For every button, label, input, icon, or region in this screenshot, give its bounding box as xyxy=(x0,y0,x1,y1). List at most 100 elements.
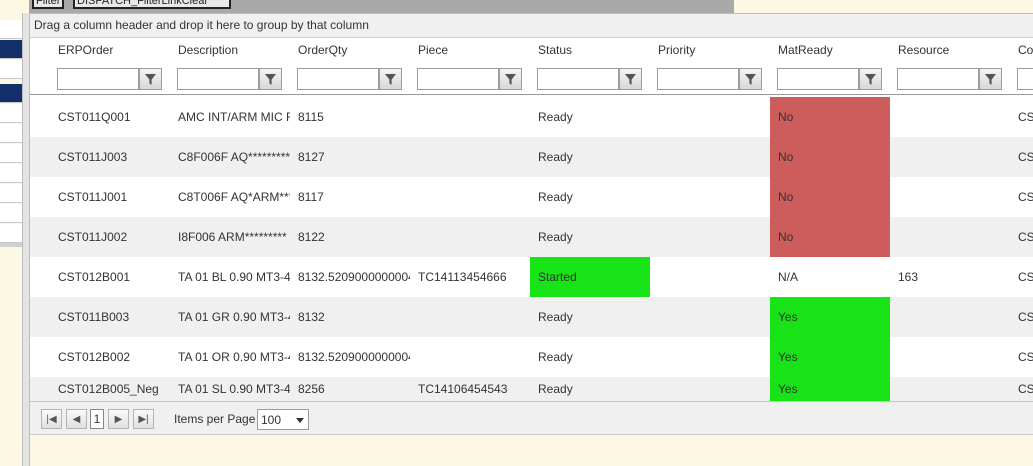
cell-priority xyxy=(630,97,750,137)
cell-resource xyxy=(870,137,990,177)
funnel-icon xyxy=(505,73,516,85)
column-header-co[interactable]: Co xyxy=(1017,38,1033,62)
previous-page-icon: ◀ xyxy=(72,413,81,425)
cell-erporder: CST012B001 xyxy=(58,270,131,284)
filter-input-matready[interactable] xyxy=(777,68,859,90)
cell-resource: 163 xyxy=(898,270,919,284)
cell-erporder: CST011Q001 xyxy=(58,110,131,124)
app-window: Filter DISPATCH_FilterLinkClear Drag a c… xyxy=(0,0,1033,466)
funnel-icon xyxy=(745,73,756,85)
first-page-button[interactable]: |◀ xyxy=(41,409,62,429)
grid-rows: CST011Q001 AMC INT/ARM MIC F 8115 Ready … xyxy=(30,97,1033,401)
column-header-priority[interactable]: Priority xyxy=(657,38,695,62)
cell-description: C8T006F AQ*ARM*** xyxy=(178,190,290,204)
filter-button-erporder[interactable] xyxy=(139,68,162,90)
column-header-erporder[interactable]: ERPOrder xyxy=(57,38,113,62)
table-row[interactable]: CST012B002 TA 01 OR 0.90 MT3-46 8132.520… xyxy=(30,337,1033,377)
chevron-down-icon xyxy=(296,418,304,423)
previous-page-button[interactable]: ◀ xyxy=(66,409,87,429)
splitter[interactable] xyxy=(22,0,30,466)
funnel-icon xyxy=(625,73,636,85)
filter-input-description[interactable] xyxy=(177,68,259,90)
column-header-status[interactable]: Status xyxy=(537,38,572,62)
table-row[interactable]: CST012B005_Neg TA 01 SL 0.90 MT3-46 8256… xyxy=(30,377,1033,401)
cell-orderqty: 8117 xyxy=(298,190,324,204)
filter-button-piece[interactable] xyxy=(499,68,522,90)
cell-description: TA 01 BL 0.90 MT3-46 xyxy=(178,270,290,284)
cell-co: CST xyxy=(1018,350,1033,364)
filter-button-resource[interactable] xyxy=(979,68,1002,90)
filter-button-description[interactable] xyxy=(259,68,282,90)
pager: |◀ ◀ 1 ▶ ▶| Items per Page 100 xyxy=(30,401,1033,435)
table-row[interactable]: CST011Q001 AMC INT/ARM MIC F 8115 Ready … xyxy=(30,97,1033,137)
page-size-value: 100 xyxy=(261,413,282,427)
funnel-icon xyxy=(385,73,396,85)
cell-orderqty: 8127 xyxy=(298,150,325,164)
filter-input-priority[interactable] xyxy=(657,68,739,90)
cell-orderqty: 8115 xyxy=(298,110,324,124)
cell-description: C8F006F AQ********* xyxy=(178,150,290,164)
filter-input-erporder[interactable] xyxy=(57,68,139,90)
cell-description: TA 01 GR 0.90 MT3-46 xyxy=(178,310,290,324)
cell-co: CST xyxy=(1018,110,1033,124)
clear-filter-link[interactable]: DISPATCH_FilterLinkClear xyxy=(73,0,231,9)
current-page[interactable]: 1 xyxy=(90,409,104,429)
filter-input-resource[interactable] xyxy=(897,68,979,90)
filter-input-co[interactable] xyxy=(1017,68,1033,90)
cell-resource xyxy=(870,177,990,217)
cell-resource xyxy=(870,377,990,401)
group-by-drop-area[interactable]: Drag a column header and drop it here to… xyxy=(30,14,1033,38)
cell-erporder: CST012B005_Neg xyxy=(58,382,159,396)
cell-piece xyxy=(390,297,530,337)
cell-resource xyxy=(870,97,990,137)
cell-piece xyxy=(390,97,530,137)
cell-orderqty: 8132.52090000000040 xyxy=(298,350,410,364)
cell-orderqty: 8122 xyxy=(298,230,325,244)
last-page-button[interactable]: ▶| xyxy=(133,409,154,429)
funnel-icon xyxy=(985,73,996,85)
filter-button-status[interactable] xyxy=(619,68,642,90)
table-row[interactable]: CST012B001 TA 01 BL 0.90 MT3-46 8132.520… xyxy=(30,257,1033,297)
cell-piece xyxy=(390,217,530,257)
column-header-piece[interactable]: Piece xyxy=(417,38,448,62)
cell-co: CST xyxy=(1018,230,1033,244)
column-header-matready[interactable]: MatReady xyxy=(777,38,833,62)
next-page-button[interactable]: ▶ xyxy=(108,409,129,429)
filter-button-priority[interactable] xyxy=(739,68,762,90)
cell-description: I8F006 ARM********* xyxy=(178,230,287,244)
column-header-orderqty[interactable]: OrderQty xyxy=(297,38,347,62)
table-row[interactable]: CST011J002 I8F006 ARM********* 8122 Read… xyxy=(30,217,1033,257)
filter-input-orderqty[interactable] xyxy=(297,68,379,90)
table-row[interactable]: CST011J001 C8T006F AQ*ARM*** 8117 Ready … xyxy=(30,177,1033,217)
filter-input-status[interactable] xyxy=(537,68,619,90)
cell-status: Ready xyxy=(538,190,573,204)
page-size-select[interactable]: 100 xyxy=(257,409,309,430)
cell-status: Ready xyxy=(538,382,573,396)
cell-priority xyxy=(630,297,750,337)
bottom-area xyxy=(30,434,1033,466)
cell-status: Ready xyxy=(538,110,573,124)
cell-orderqty: 8256 xyxy=(298,382,325,396)
cell-orderqty: 8132.52090000000040 xyxy=(298,270,410,284)
filter-button-orderqty[interactable] xyxy=(379,68,402,90)
cell-co: CST xyxy=(1018,150,1033,164)
column-headers: ERPOrder Description OrderQty Piece Stat… xyxy=(30,38,1033,62)
table-row[interactable]: CST011B003 TA 01 GR 0.90 MT3-46 8132 Rea… xyxy=(30,297,1033,337)
filter-button-matready[interactable] xyxy=(859,68,882,90)
filter-input-piece[interactable] xyxy=(417,68,499,90)
cell-status: Ready xyxy=(538,150,573,164)
column-header-description[interactable]: Description xyxy=(177,38,238,62)
cell-priority xyxy=(630,337,750,377)
filter-row xyxy=(30,62,1033,95)
cell-erporder: CST012B002 xyxy=(58,350,131,364)
table-row[interactable]: CST011J003 C8F006F AQ********* 8127 Read… xyxy=(30,137,1033,177)
nav-scroll-bar[interactable] xyxy=(0,243,22,247)
column-header-resource[interactable]: Resource xyxy=(897,38,949,62)
cell-resource xyxy=(870,217,990,257)
last-page-icon: ▶| xyxy=(138,413,149,425)
cell-description: TA 01 SL 0.90 MT3-46 xyxy=(178,382,290,396)
funnel-icon xyxy=(145,73,156,85)
filter-button[interactable]: Filter xyxy=(32,0,64,9)
cell-priority xyxy=(630,177,750,217)
cell-priority xyxy=(630,137,750,177)
